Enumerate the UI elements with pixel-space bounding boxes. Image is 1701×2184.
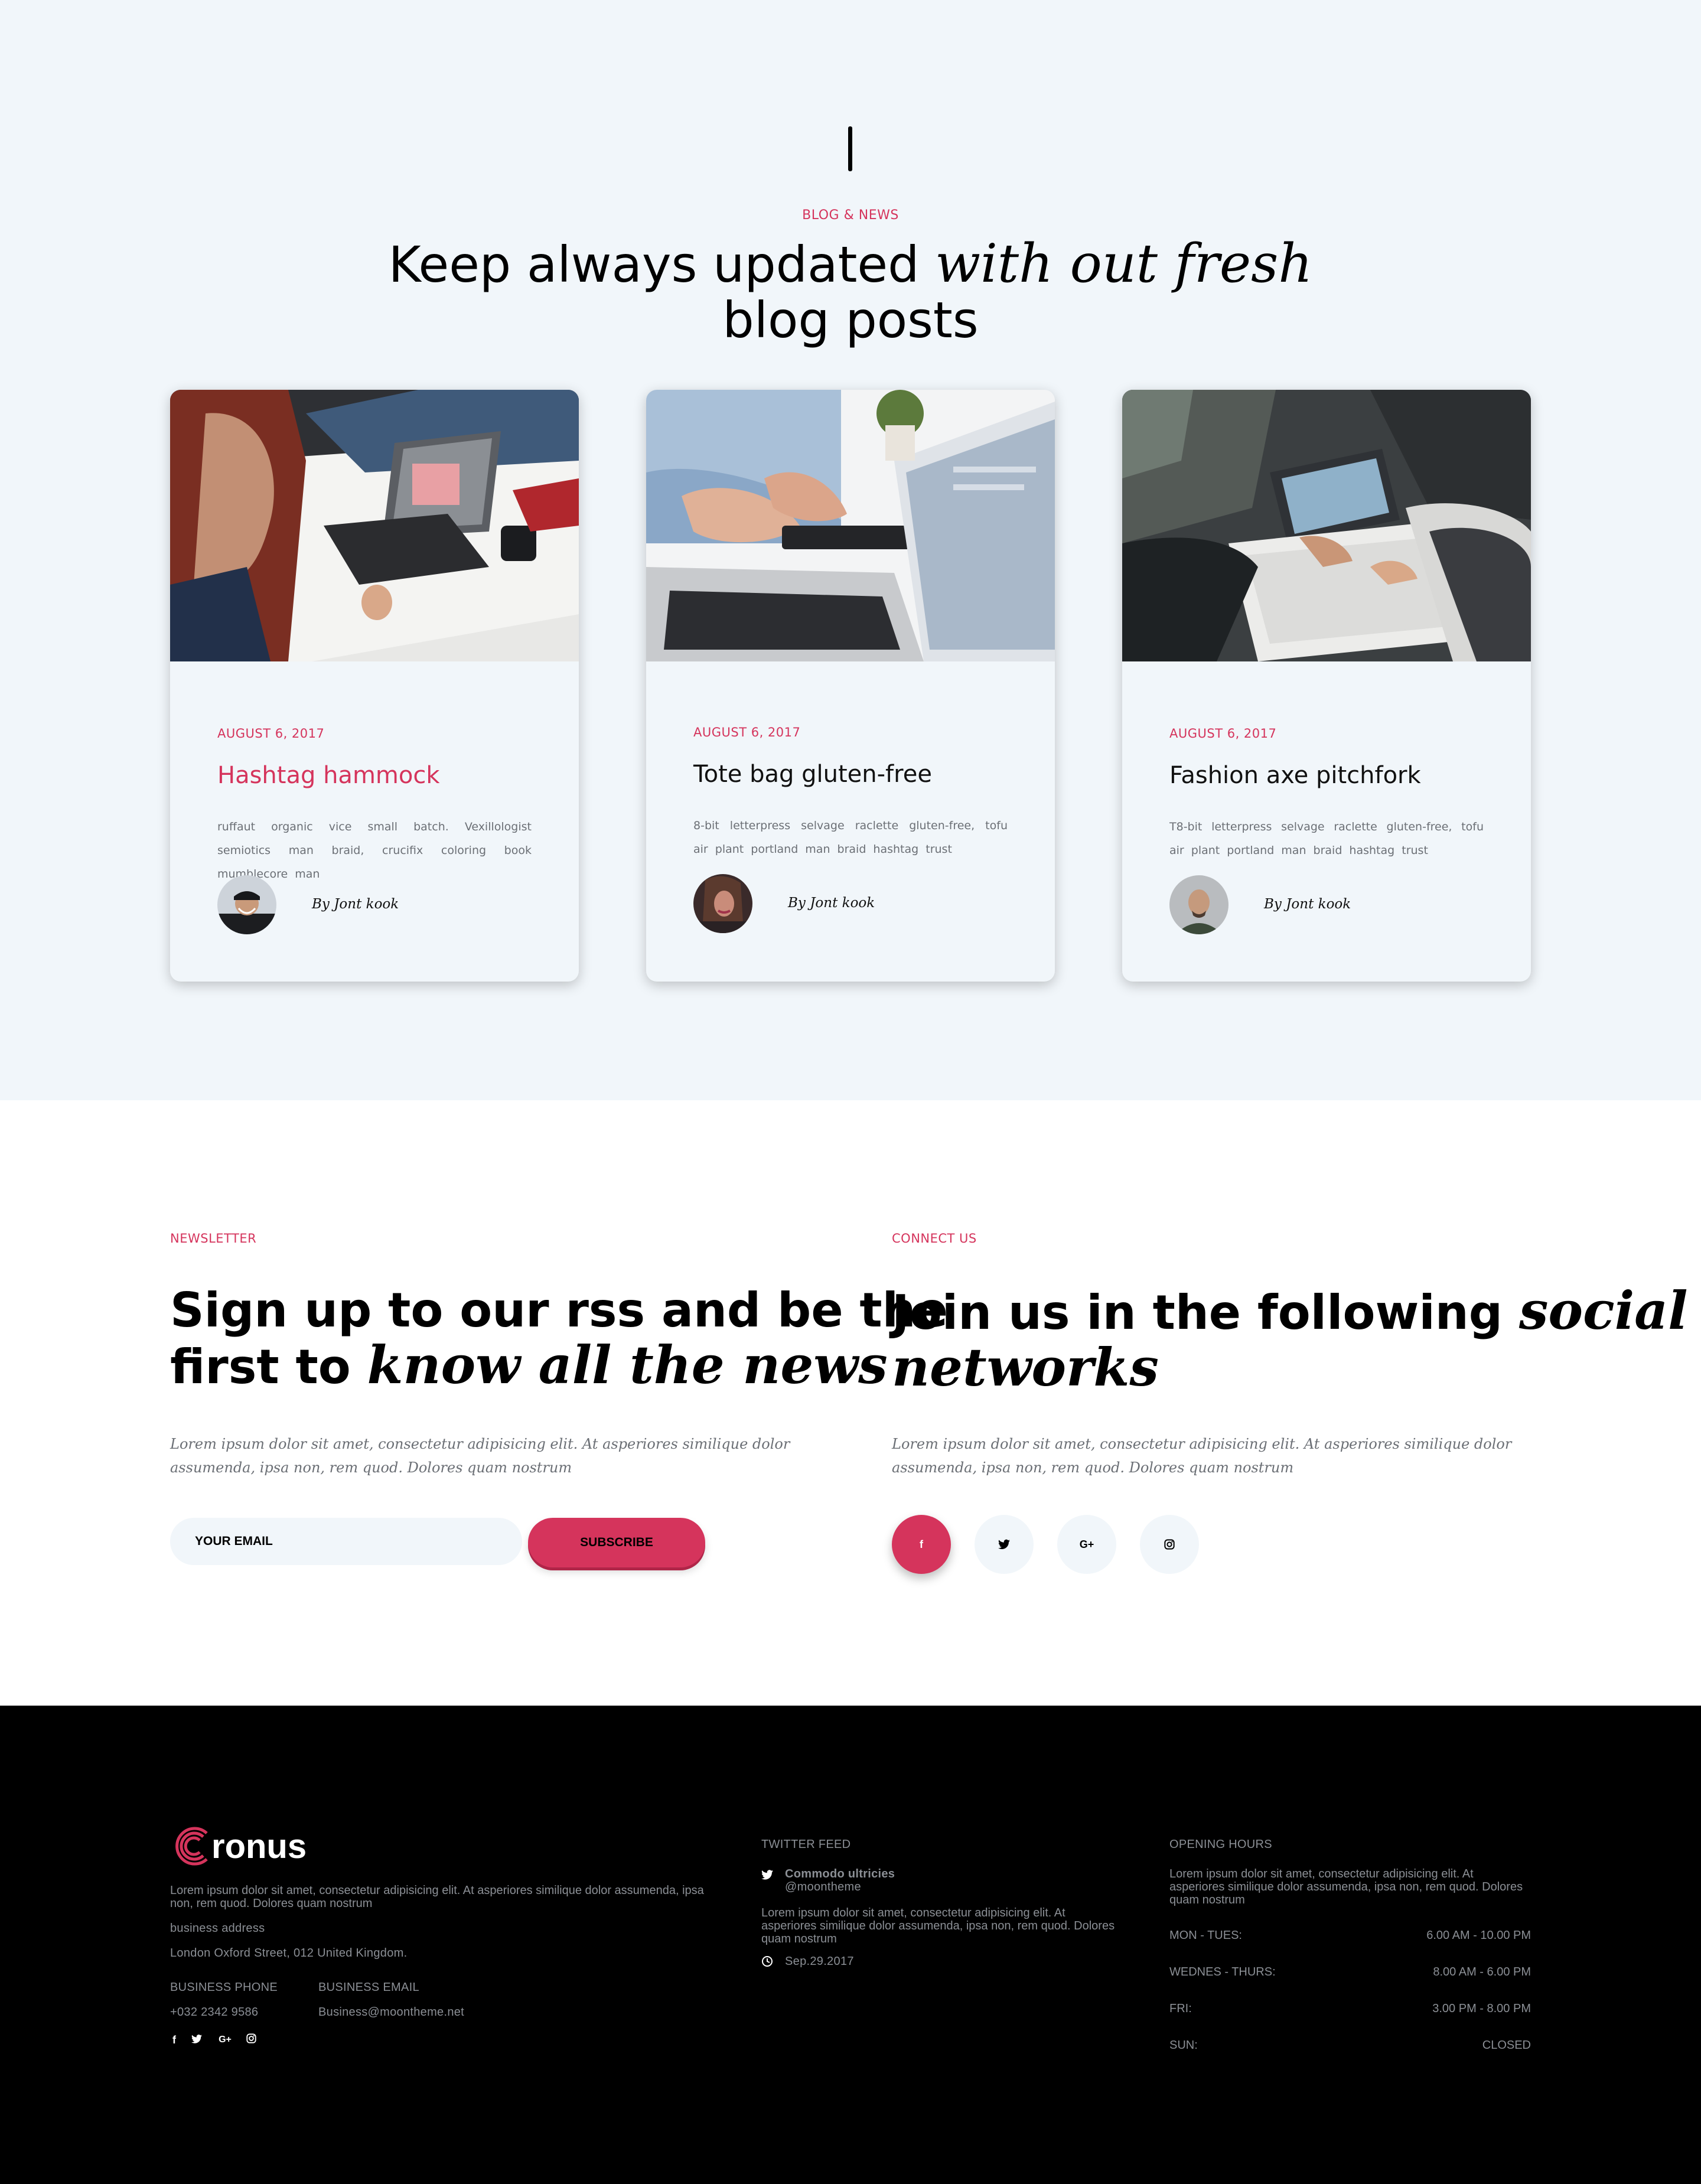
footer-facebook-icon[interactable]: f <box>168 2033 181 2046</box>
blog-card[interactable]: AUGUST 6, 2017 Fashion axe pitchfork T8-… <box>1122 390 1531 982</box>
connect-heading-italic-2: networks <box>892 1337 1159 1398</box>
instagram-button[interactable] <box>1140 1515 1199 1574</box>
newsletter-heading-italic: know all the news <box>367 1334 888 1396</box>
tweet-author-name[interactable]: Commodo ultricies <box>785 1867 895 1881</box>
hours-row: FRI: 3.00 PM - 8.00 PM <box>1169 2002 1531 2016</box>
connect-heading-italic-1: social <box>1518 1280 1688 1341</box>
hours-row: SUN: CLOSED <box>1169 2039 1531 2052</box>
address-text: London Oxford Street, 012 United Kingdom… <box>170 1947 408 1960</box>
footer-google-plus-icon[interactable]: G+ <box>216 2033 234 2046</box>
post-title[interactable]: Fashion axe pitchfork <box>1169 762 1421 789</box>
blog-card[interactable]: AUGUST 6, 2017 Hashtag hammock ruffaut o… <box>170 390 579 982</box>
hours-day: WEDNES - THURS: <box>1169 1965 1276 1978</box>
post-excerpt: T8-bit letterpress selvage raclette glut… <box>1169 820 1484 857</box>
connect-kicker: CONNECT US <box>892 1231 977 1246</box>
hours-day: FRI: <box>1169 2002 1192 2015</box>
author-avatar <box>217 875 276 934</box>
team-work-photo <box>1122 390 1531 661</box>
author-avatar <box>693 874 752 933</box>
opening-hours-text: Lorem ipsum dolor sit amet, consectetur … <box>1169 1867 1523 1906</box>
footer-about: Lorem ipsum dolor sit amet, consectetur … <box>170 1884 704 1910</box>
cronus-c-logo-icon <box>175 1827 208 1866</box>
post-excerpt: 8-bit letterpress selvage raclette glute… <box>693 819 1008 856</box>
post-author: By Jont kook <box>788 895 875 911</box>
post-date: AUGUST 6, 2017 <box>1169 726 1277 741</box>
post-author: By Jont kook <box>312 897 399 912</box>
address-label: business address <box>170 1922 265 1935</box>
newsletter-heading-line2: first to <box>170 1339 351 1394</box>
twitter-feed-title: TWITTER FEED <box>761 1838 851 1851</box>
laptop-desk-photo <box>646 390 1055 661</box>
twitter-button[interactable] <box>975 1515 1034 1574</box>
phone-value[interactable]: +032 2342 9586 <box>170 2006 258 2019</box>
tweet-text: Lorem ipsum dolor sit amet, consectetur … <box>761 1906 1115 1945</box>
hours-row: MON - TUES: 6.00 AM - 10.00 PM <box>1169 1929 1531 1942</box>
email-input[interactable]: YOUR EMAIL <box>170 1518 522 1565</box>
tweet-date: Sep.29.2017 <box>785 1955 854 1968</box>
blog-card[interactable]: AUGUST 6, 2017 Tote bag gluten-free 8-bi… <box>646 390 1055 982</box>
opening-hours-title: OPENING HOURS <box>1169 1838 1272 1851</box>
footer-twitter-icon[interactable] <box>190 2033 203 2046</box>
facebook-icon: f <box>920 1538 923 1550</box>
post-title[interactable]: Hashtag hammock <box>217 762 440 789</box>
blog-headline-italic: with out fresh <box>935 233 1313 295</box>
blog-headline-line2: blog posts <box>722 291 979 349</box>
tweet-twitter-icon <box>761 1870 773 1880</box>
tweet-author-handle[interactable]: @moontheme <box>785 1880 861 1894</box>
connect-paragraph: Lorem ipsum dolor sit amet, consectetur … <box>892 1436 1512 1476</box>
author-avatar <box>1169 875 1228 934</box>
blog-headline-plain: Keep always updated <box>388 236 920 294</box>
connect-heading-plain: Join us in the following <box>892 1285 1503 1340</box>
newsletter-heading-line1: Sign up to our rss and be the <box>170 1283 948 1338</box>
meeting-photo <box>170 390 579 661</box>
phone-label: BUSINESS PHONE <box>170 1981 278 1994</box>
hours-day: SUN: <box>1169 2039 1198 2052</box>
hours-time: 6.00 AM - 10.00 PM <box>1426 1929 1531 1942</box>
clock-icon <box>762 1956 773 1967</box>
google-plus-button[interactable]: G+ <box>1057 1515 1116 1574</box>
newsletter-connect-section: NEWSLETTER Sign up to our rss and be the… <box>0 1100 1701 1706</box>
connect-heading: Join us in the following social networks <box>892 1283 1688 1397</box>
brand-name: ronus <box>211 1827 307 1866</box>
facebook-button[interactable]: f <box>892 1515 951 1574</box>
blog-headline: Keep always updated with out fresh blog … <box>0 236 1701 348</box>
hours-time: 8.00 AM - 6.00 PM <box>1433 1965 1531 1978</box>
email-value[interactable]: Business@moontheme.net <box>318 2006 464 2019</box>
blog-card-image[interactable] <box>1122 390 1531 661</box>
twitter-icon <box>998 1539 1010 1549</box>
post-title[interactable]: Tote bag gluten-free <box>693 761 932 788</box>
email-label: BUSINESS EMAIL <box>318 1981 419 1994</box>
newsletter-heading: Sign up to our rss and be the first to k… <box>170 1283 948 1394</box>
section-divider <box>848 126 852 171</box>
footer-instagram-icon[interactable] <box>245 2033 258 2046</box>
hours-time: CLOSED <box>1482 2039 1531 2052</box>
blog-section: BLOG & NEWS Keep always updated with out… <box>0 0 1701 1100</box>
brand-logo[interactable]: ronus <box>170 1824 307 1869</box>
blog-card-image[interactable] <box>646 390 1055 661</box>
post-author: By Jont kook <box>1264 897 1351 912</box>
post-excerpt: ruffaut organic vice small batch. Vexill… <box>217 820 532 881</box>
instagram-icon <box>1164 1539 1175 1550</box>
hours-row: WEDNES - THURS: 8.00 AM - 6.00 PM <box>1169 1965 1531 1979</box>
hours-time: 3.00 PM - 8.00 PM <box>1432 2002 1531 2015</box>
google-plus-icon: G+ <box>1079 1538 1094 1550</box>
newsletter-kicker: NEWSLETTER <box>170 1231 257 1246</box>
footer: ronus Lorem ipsum dolor sit amet, consec… <box>0 1706 1701 2184</box>
subscribe-button[interactable]: SUBSCRIBE <box>528 1518 705 1567</box>
hours-day: MON - TUES: <box>1169 1929 1242 1942</box>
post-date: AUGUST 6, 2017 <box>217 726 325 741</box>
blog-card-image[interactable] <box>170 390 579 661</box>
newsletter-paragraph: Lorem ipsum dolor sit amet, consectetur … <box>170 1436 790 1476</box>
post-date: AUGUST 6, 2017 <box>693 725 801 739</box>
blog-kicker: BLOG & NEWS <box>802 208 899 223</box>
